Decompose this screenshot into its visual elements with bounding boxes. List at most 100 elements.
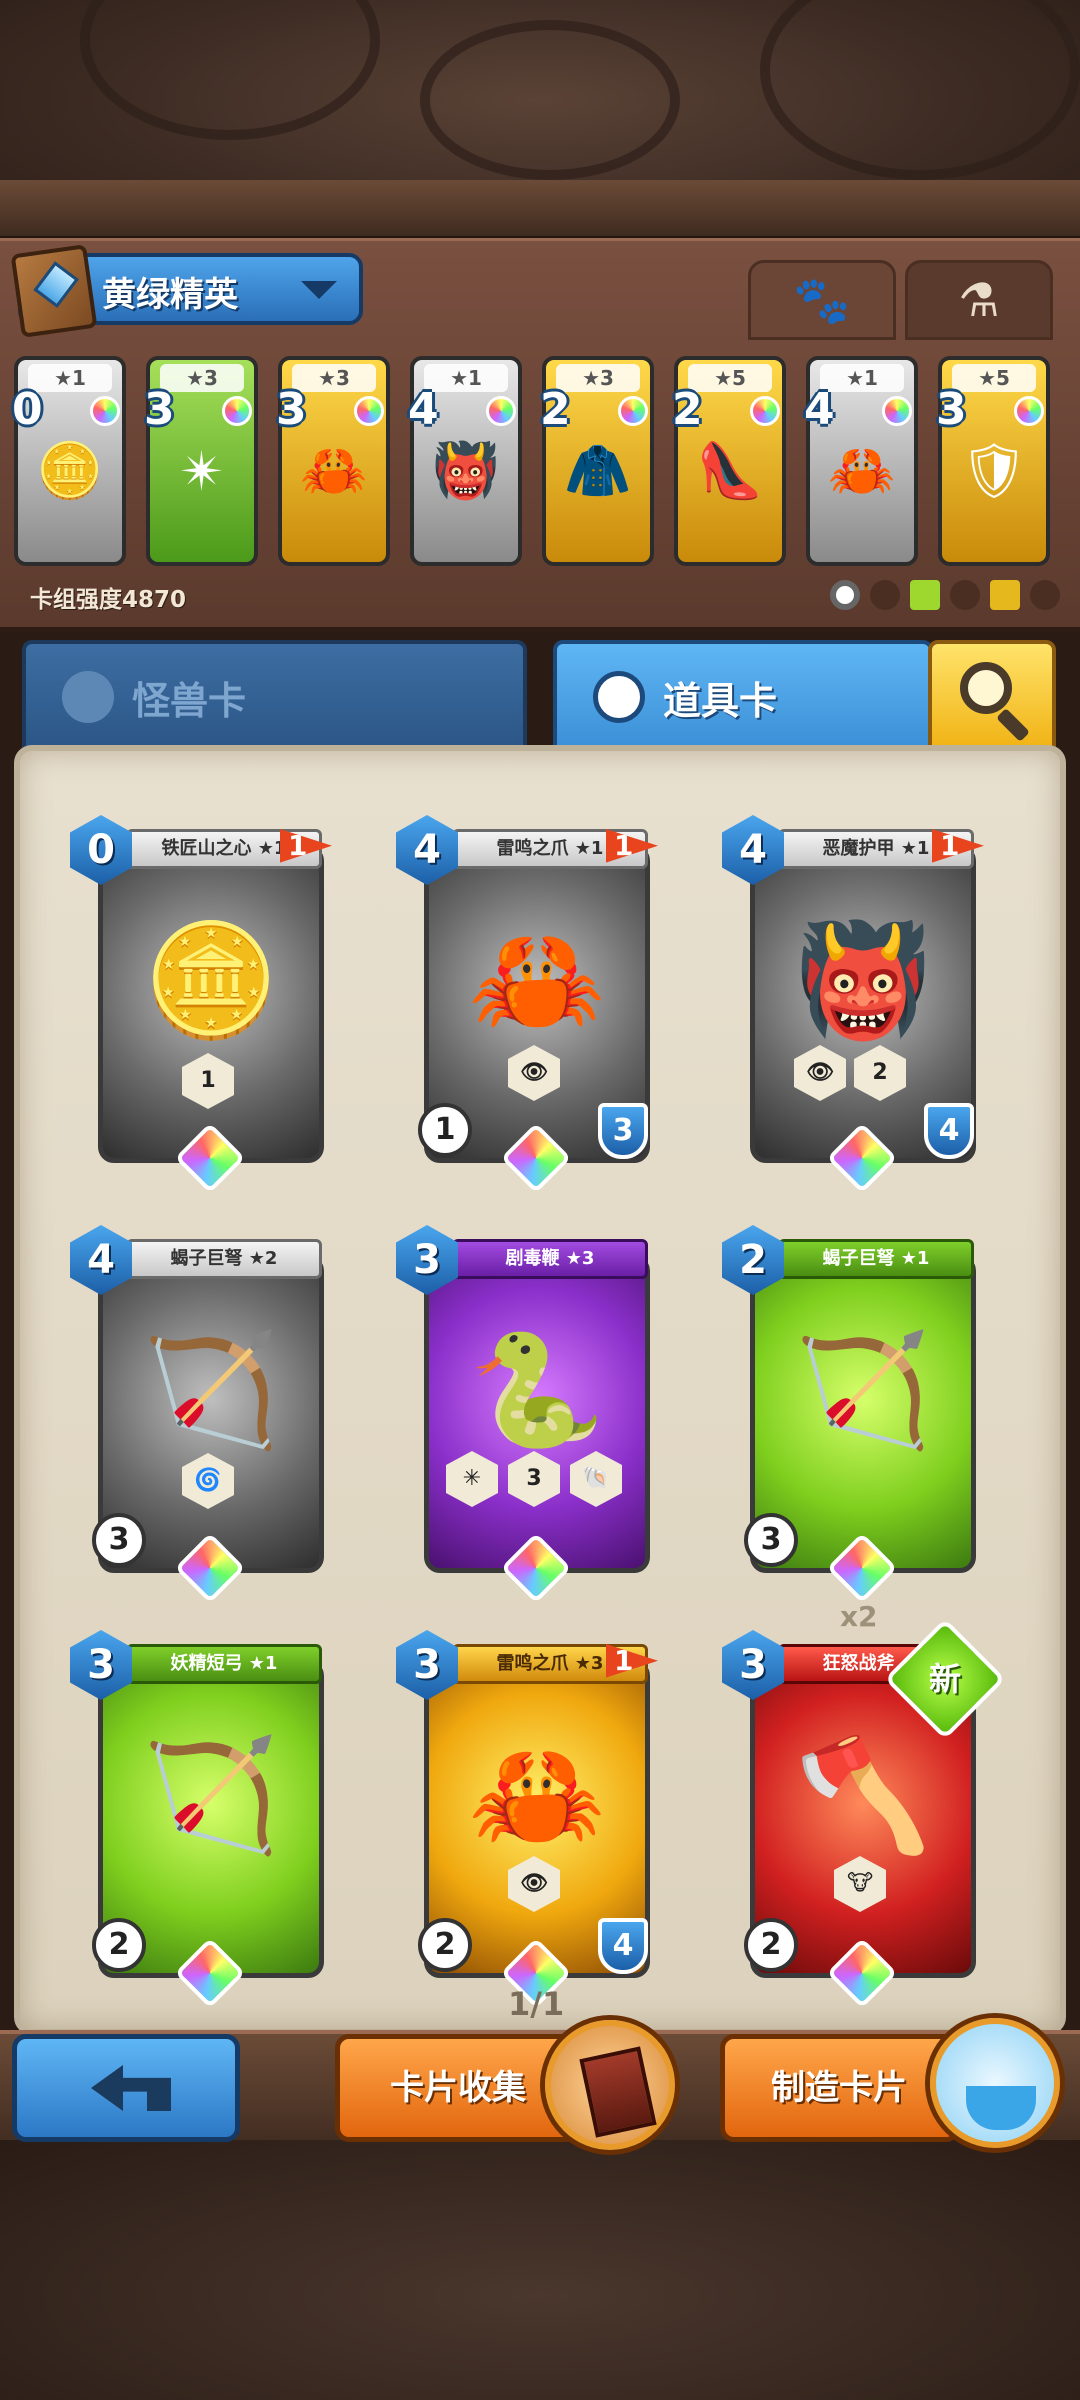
range-stat: 3 [744,1513,798,1567]
deck-card[interactable]: 🛡 ★5 3 [936,356,1050,566]
deck-strength: 卡组强度4870 [30,587,187,613]
cape-icon: 🧥 [564,439,632,502]
sword-stat: 2 [744,1918,798,1972]
filter-gold-icon[interactable] [990,580,1020,610]
dice-stat: 2 [418,1918,472,1972]
tab-monster-cards[interactable]: 怪兽卡 [22,640,527,750]
tab-item-cards[interactable]: 道具卡 [553,640,933,750]
deck-selector-dropdown[interactable]: 黄绿精英 [10,244,363,338]
glass-slipper-icon: 👠 [696,439,764,502]
range-stat: 2 [92,1918,146,1972]
card-cost: 4 [408,384,439,435]
deck-card[interactable]: 🪙 ★1 0 [12,356,126,566]
range-stat: 3 [92,1513,146,1567]
item-card[interactable]: 蝎子巨弩 ★2 4 🏹 🌀 3 [70,1225,332,1604]
claw-icon: 🦀 [468,1730,606,1859]
back-arrow-icon [91,2065,171,2111]
bottom-background [0,2140,1080,2400]
back-button[interactable] [12,2034,240,2142]
deck-card[interactable]: 👹 ★1 4 [408,356,522,566]
filter-green-icon[interactable] [910,580,940,610]
item-card[interactable]: 雷鸣之爪 ★1 4 1 🦀 👁 1 3 [396,815,658,1194]
card-collection-label: 卡片收集 [390,2068,526,2108]
claw-icon: 🦀 [828,439,896,502]
bow-icon: 🏹 [142,1730,280,1859]
paw-icon [62,671,114,723]
crossbow-icon: 🏹 [142,1325,280,1454]
whip-icon: 🐍 [468,1325,606,1454]
potion-icon [593,671,645,723]
deck-card[interactable]: 🦀 ★1 4 [804,356,918,566]
item-card[interactable]: 雷鸣之爪 ★3 3 1 🦀 👁 2 4 [396,1630,658,2009]
demon-armor-icon: 👹 [794,915,932,1044]
card-name: 妖精短弓 ★1 [126,1644,322,1684]
rainbow-gem-icon [486,396,516,426]
card-cost: 0 [12,384,43,435]
tab-item-deck[interactable]: ⚗ [905,260,1053,340]
card-cost: 3 [936,384,967,435]
deck-card[interactable]: ✴ ★3 3 [144,356,258,566]
card-cost: 2 [672,384,703,435]
claw-icon: 🦀 [468,915,606,1044]
rainbow-gem-icon [882,396,912,426]
shield-stat: 3 [598,1103,648,1159]
craft-card-label: 制造卡片 [771,2068,907,2108]
paw-jar-icon[interactable] [930,2018,1060,2148]
deck-filter-icons [830,580,1060,610]
craft-card-button[interactable]: 制造卡片 [720,2034,960,2142]
deck-card[interactable]: 🧥 ★3 2 [540,356,654,566]
chevron-down-icon [301,281,337,299]
rainbow-gem-icon [1014,396,1044,426]
shuriken-icon: ✴ [179,439,225,503]
duplicate-count-badge: x2 [840,1600,878,1633]
demon-armor-icon: 👹 [432,439,500,502]
search-button[interactable] [928,640,1056,750]
item-card[interactable]: 恶魔护甲 ★1 4 1 👹 👁 2 4 [722,815,984,1194]
rainbow-gem-icon [750,396,780,426]
item-card[interactable]: 狂怒战斧 ★1 3 🪓 🐮 2 新 [722,1618,1006,2009]
paw-icon: 🐾 [793,272,851,327]
coin-medal-icon: 🪙 [142,915,280,1044]
rainbow-gem-icon [618,396,648,426]
potion-icon: ⚗ [958,273,1000,327]
filter-paw-icon[interactable] [870,580,900,610]
item-card[interactable]: 铁匠山之心 ★1 0 1 🪙 1 [70,815,332,1194]
new-badge-label: 新 [928,1660,961,1698]
search-icon [960,662,1012,714]
crossbow-icon: 🏹 [794,1325,932,1454]
top-shelf [0,180,1080,240]
deck-card-row: 🪙 ★1 0 ✴ ★3 3 🦀 ★3 3 👹 ★1 4 🧥 ★3 2 👠 ★5 … [8,350,1072,570]
page-indicator: 1/1 [508,1985,565,2023]
filter-fire-icon[interactable] [1030,580,1060,610]
tab-label: 怪兽卡 [132,678,247,723]
filter-all-icon[interactable] [830,580,860,610]
search-icon-handle [996,708,1030,742]
rainbow-gem-icon [354,396,384,426]
card-cost: 3 [276,384,307,435]
card-book-icon[interactable] [545,2020,675,2150]
card-cost: 4 [804,384,835,435]
claw-icon: 🦀 [300,439,368,502]
rainbow-gem-icon [90,396,120,426]
deck-card[interactable]: 👠 ★5 2 [672,356,786,566]
card-cost: 2 [540,384,571,435]
card-name: 剧毒鞭 ★3 [452,1239,648,1279]
tab-monster-deck[interactable]: 🐾 [748,260,896,340]
deck-book-icon [10,244,98,338]
coin-medal-icon: 🪙 [36,439,104,502]
card-name: 蝎子巨弩 ★2 [126,1239,322,1279]
card-cost: 3 [144,384,175,435]
item-card[interactable]: 剧毒鞭 ★3 3 🐍 ✳ 3 🐚 [396,1225,658,1604]
deck-name: 黄绿精英 [102,275,238,315]
filter-claw-icon[interactable] [950,580,980,610]
shield-stat: 4 [924,1103,974,1159]
battle-axe-icon: 🪓 [794,1730,932,1859]
tab-label: 道具卡 [663,678,778,723]
card-name: 蝎子巨弩 ★1 [778,1239,974,1279]
shield-stat: 4 [598,1918,648,1974]
item-card[interactable]: 蝎子巨弩 ★1 2 🏹 3 [722,1225,984,1604]
item-card[interactable]: 妖精短弓 ★1 3 🏹 2 [70,1630,332,2009]
dice-stat: 1 [418,1103,472,1157]
deck-card[interactable]: 🦀 ★3 3 [276,356,390,566]
chest-armor-icon: 🛡 [959,439,1029,502]
